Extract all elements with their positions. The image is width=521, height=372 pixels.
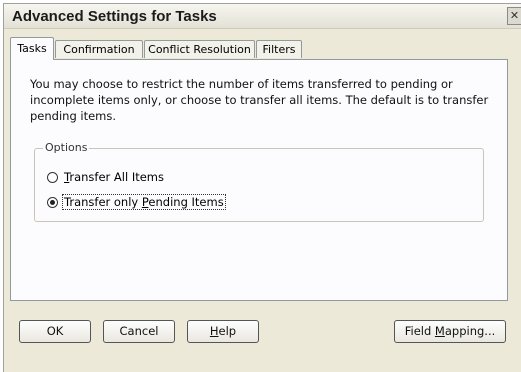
description-text: You may choose to restrict the number of…	[30, 77, 489, 123]
radio-transfer-all-items[interactable]: Transfer All Items	[47, 169, 165, 185]
help-label: elp	[218, 324, 237, 338]
tab-confirmation[interactable]: Confirmation	[55, 40, 143, 58]
dialog-title: Advanced Settings for Tasks	[12, 8, 217, 25]
label-text: ransfer All Items	[69, 170, 164, 184]
tab-conflict-resolution[interactable]: Conflict Resolution	[144, 40, 255, 58]
options-group-label: Options	[43, 141, 90, 154]
options-groupbox: Options Transfer All Items Transfer only…	[34, 141, 484, 222]
label-text: ending Items	[148, 195, 224, 209]
radio-transfer-pending-items[interactable]: Transfer only Pending Items	[47, 194, 226, 210]
field-mapping-button[interactable]: Field Mapping...	[394, 320, 506, 343]
field-mapping-prefix: Field	[404, 324, 435, 338]
cancel-button[interactable]: Cancel	[103, 320, 175, 343]
tasks-tab-panel: You may choose to restrict the number of…	[10, 59, 508, 301]
tab-filters[interactable]: Filters	[256, 40, 302, 58]
ok-button[interactable]: OK	[19, 320, 91, 343]
help-button[interactable]: Help	[187, 320, 259, 343]
mnemonic-m: M	[434, 324, 445, 338]
radio-button-checked[interactable]	[47, 196, 58, 208]
close-icon[interactable]: ✕	[507, 7, 521, 25]
radio-label-transfer-pending[interactable]: Transfer only Pending Items	[62, 194, 226, 210]
mnemonic-h: H	[209, 324, 219, 338]
radio-button-unchecked[interactable]	[47, 171, 58, 183]
radio-label-transfer-all[interactable]: Transfer All Items	[63, 170, 165, 184]
title-bar[interactable]: Advanced Settings for Tasks ✕	[4, 4, 521, 29]
tab-tasks[interactable]: Tasks	[10, 37, 54, 60]
label-prefix: Transfer only	[64, 195, 142, 209]
field-mapping-label: apping...	[444, 324, 496, 338]
